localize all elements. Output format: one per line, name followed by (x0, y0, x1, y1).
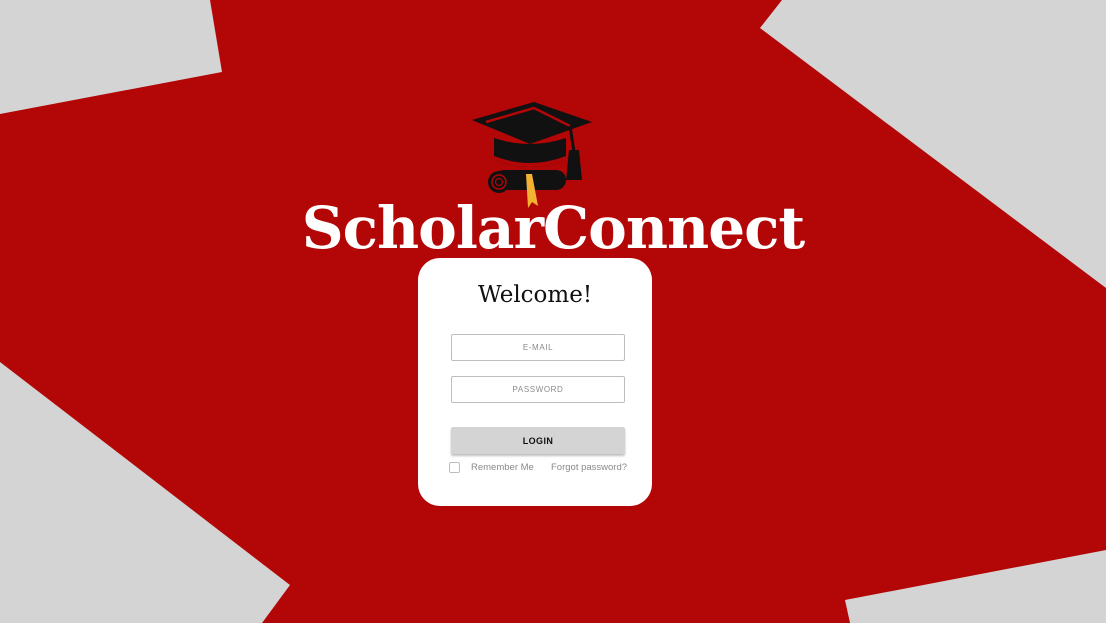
password-input[interactable] (451, 376, 625, 403)
email-input[interactable] (451, 334, 625, 361)
login-page: ScholarConnect Welcome! LOGIN Remember M… (0, 0, 1106, 623)
remember-me-checkbox[interactable] (449, 462, 460, 473)
bg-shape-bottom-left (0, 362, 290, 623)
remember-me-label[interactable]: Remember Me (471, 462, 534, 473)
remember-row: Remember Me Forgot password? (449, 462, 639, 476)
bg-shape-bottom-right (845, 550, 1106, 623)
welcome-heading: Welcome! (477, 282, 593, 308)
bg-shape-top-left (0, 0, 222, 114)
forgot-password-link[interactable]: Forgot password? (551, 462, 627, 473)
brand-title: ScholarConnect (301, 194, 805, 262)
login-button[interactable]: LOGIN (451, 427, 625, 454)
login-card: Welcome! LOGIN Remember Me Forgot passwo… (418, 258, 652, 506)
